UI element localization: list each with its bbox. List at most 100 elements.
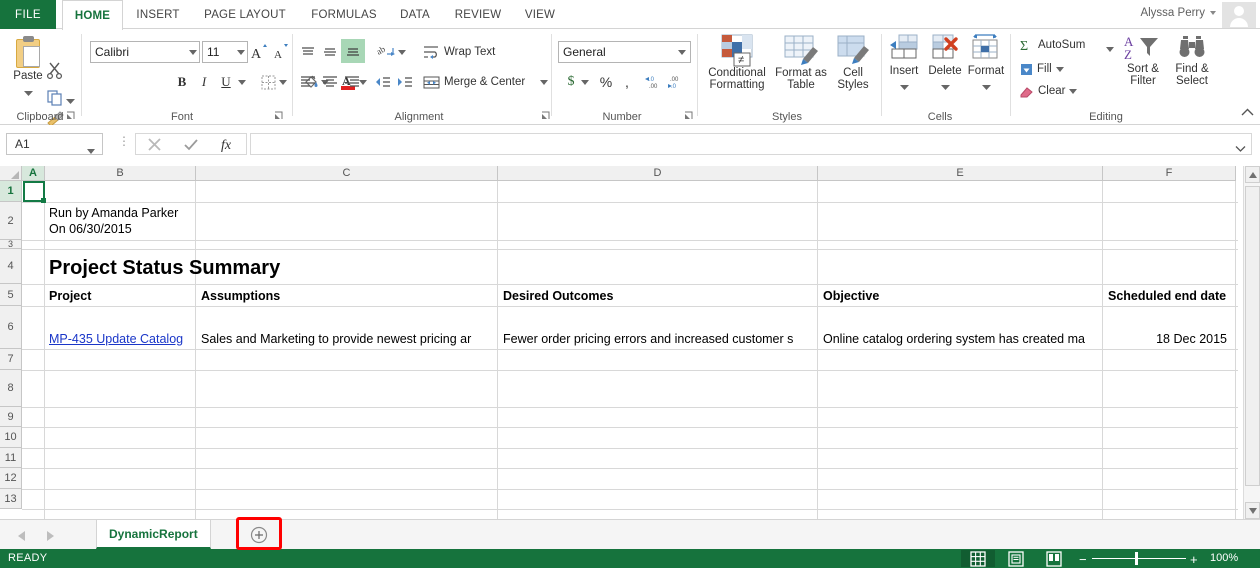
comma-style-button[interactable]: , — [618, 71, 636, 93]
font-size-combo[interactable]: 11 — [202, 41, 248, 63]
insert-function-button[interactable]: fx — [209, 134, 246, 154]
tab-file[interactable]: FILE — [0, 0, 56, 29]
format-cells-button[interactable]: Format — [964, 33, 1008, 95]
row-header-2[interactable]: 2 — [0, 202, 22, 240]
align-middle-button[interactable] — [319, 41, 341, 63]
orientation-chevron-down-icon[interactable] — [397, 43, 407, 61]
row-header-7[interactable]: 7 — [0, 349, 22, 370]
formula-bar-drag-handle[interactable]: ⋮ — [118, 135, 130, 147]
italic-button[interactable]: I — [194, 71, 214, 93]
tab-view[interactable]: VIEW — [516, 0, 564, 29]
decrease-font-size-button[interactable]: A — [272, 41, 292, 63]
font-size-chevron-down-icon[interactable] — [235, 49, 247, 55]
tab-formulas[interactable]: FORMULAS — [302, 0, 386, 29]
font-name-combo[interactable]: Calibri — [90, 41, 200, 63]
cell-b6-project-link[interactable]: MP-435 Update Catalog — [46, 328, 193, 349]
column-header-c[interactable]: C — [196, 166, 498, 181]
merge-center-button[interactable]: Merge & Center — [423, 71, 538, 93]
underline-button[interactable]: U — [216, 71, 236, 93]
paste-button[interactable]: Paste — [6, 33, 50, 99]
autosum-chevron-down-icon[interactable] — [1106, 39, 1114, 57]
view-page-layout-button[interactable] — [999, 550, 1033, 567]
percent-style-button[interactable]: % — [596, 71, 616, 93]
cell-b4-title[interactable]: Project Status Summary — [46, 253, 476, 283]
row-header-8[interactable]: 8 — [0, 370, 22, 407]
tab-page-layout[interactable]: PAGE LAYOUT — [190, 0, 300, 29]
zoom-in-button[interactable]: + — [1190, 552, 1198, 567]
font-name-chevron-down-icon[interactable] — [187, 49, 199, 55]
cell-f5-header-scheduled-end-date[interactable]: Scheduled end date — [1105, 285, 1235, 306]
format-as-table-button[interactable]: Format as Table — [772, 33, 830, 91]
user-account[interactable]: Alyssa Perry — [1140, 7, 1216, 19]
zoom-slider-track[interactable] — [1092, 558, 1186, 559]
view-page-break-button[interactable] — [1037, 550, 1071, 567]
cell-e5-header-objective[interactable]: Objective — [820, 285, 1100, 306]
vertical-scroll-thumb[interactable] — [1245, 186, 1260, 486]
row-header-4[interactable]: 4 — [0, 249, 22, 284]
cell-f6-scheduled-end-date[interactable]: 18 Dec 2015 — [1105, 328, 1233, 349]
underline-chevron-down-icon[interactable] — [237, 73, 247, 91]
row-header-13[interactable]: 13 — [0, 489, 22, 509]
currency-button[interactable]: $ — [562, 71, 580, 93]
row-header-3[interactable]: 3 — [0, 239, 22, 249]
row-header-9[interactable]: 9 — [0, 407, 22, 427]
active-cell-a1[interactable] — [23, 181, 46, 203]
increase-font-size-button[interactable]: A — [250, 41, 270, 63]
cell-d5-header-desired-outcomes[interactable]: Desired Outcomes — [500, 285, 815, 306]
clipboard-dialog-launcher[interactable] — [66, 111, 77, 122]
cancel-formula-button[interactable] — [136, 134, 173, 154]
column-header-d[interactable]: D — [498, 166, 818, 181]
row-header-12[interactable]: 12 — [0, 468, 22, 489]
autosum-button[interactable]: Σ AutoSum — [1019, 35, 1085, 55]
name-box-chevron-down-icon[interactable] — [87, 143, 95, 157]
formula-input[interactable] — [250, 133, 1252, 155]
conditional-formatting-button[interactable]: ≠ Conditional Formatting — [702, 33, 772, 91]
bold-button[interactable]: B — [172, 71, 192, 93]
tab-insert[interactable]: INSERT — [128, 0, 188, 29]
borders-chevron-down-icon[interactable] — [278, 73, 288, 91]
insert-cells-button[interactable]: Insert — [884, 33, 924, 95]
wrap-text-button[interactable]: Wrap Text — [423, 41, 533, 63]
zoom-slider-thumb[interactable] — [1135, 552, 1138, 565]
sort-filter-button[interactable]: A Z Sort & Filter — [1119, 33, 1167, 87]
row-header-1[interactable]: 1 — [0, 181, 22, 202]
increase-decimal-button[interactable]: .0 .00 — [644, 71, 666, 93]
borders-button[interactable] — [258, 71, 278, 93]
align-top-button[interactable] — [297, 41, 319, 63]
column-header-b[interactable]: B — [45, 166, 196, 181]
fill-button[interactable]: Fill — [1019, 59, 1064, 79]
cell-e6-objective[interactable]: Online catalog ordering system has creat… — [820, 328, 1100, 349]
tab-data[interactable]: DATA — [390, 0, 440, 29]
decrease-decimal-button[interactable]: .00 .0 — [666, 71, 688, 93]
next-sheet-icon[interactable] — [47, 528, 54, 546]
cell-d6-desired-outcomes[interactable]: Fewer order pricing errors and increased… — [500, 328, 815, 349]
vertical-scrollbar[interactable] — [1243, 166, 1260, 519]
align-bottom-button[interactable] — [341, 39, 365, 63]
scroll-up-icon[interactable] — [1245, 166, 1260, 183]
increase-indent-button[interactable] — [393, 71, 415, 93]
currency-chevron-down-icon[interactable] — [580, 73, 590, 91]
column-header-e[interactable]: E — [818, 166, 1103, 181]
column-header-a[interactable]: A — [22, 166, 45, 181]
tab-home[interactable]: HOME — [62, 0, 123, 30]
row-header-5[interactable]: 5 — [0, 284, 22, 306]
cell-c5-header-assumptions[interactable]: Assumptions — [198, 285, 495, 306]
enter-formula-button[interactable] — [173, 134, 210, 154]
cell-b2-line2[interactable]: On 06/30/2015 — [46, 221, 346, 237]
column-header-f[interactable]: F — [1103, 166, 1236, 181]
collapse-ribbon-button[interactable] — [1241, 104, 1254, 122]
number-format-chevron-down-icon[interactable] — [674, 49, 690, 55]
number-dialog-launcher[interactable] — [684, 111, 695, 122]
name-box[interactable]: A1 — [6, 133, 103, 155]
cell-c6-assumptions[interactable]: Sales and Marketing to provide newest pr… — [198, 328, 495, 349]
fill-handle[interactable] — [41, 198, 46, 203]
font-dialog-launcher[interactable] — [274, 111, 285, 122]
merge-center-chevron-down-icon[interactable] — [539, 73, 549, 91]
paste-chevron-down-icon[interactable] — [6, 83, 50, 101]
tab-review[interactable]: REVIEW — [444, 0, 512, 29]
zoom-level-label[interactable]: 100% — [1210, 552, 1238, 564]
expand-formula-bar-button[interactable] — [1235, 139, 1246, 157]
clear-button[interactable]: Clear — [1019, 81, 1078, 101]
align-center-button[interactable] — [319, 71, 341, 93]
scroll-down-icon[interactable] — [1245, 502, 1260, 519]
